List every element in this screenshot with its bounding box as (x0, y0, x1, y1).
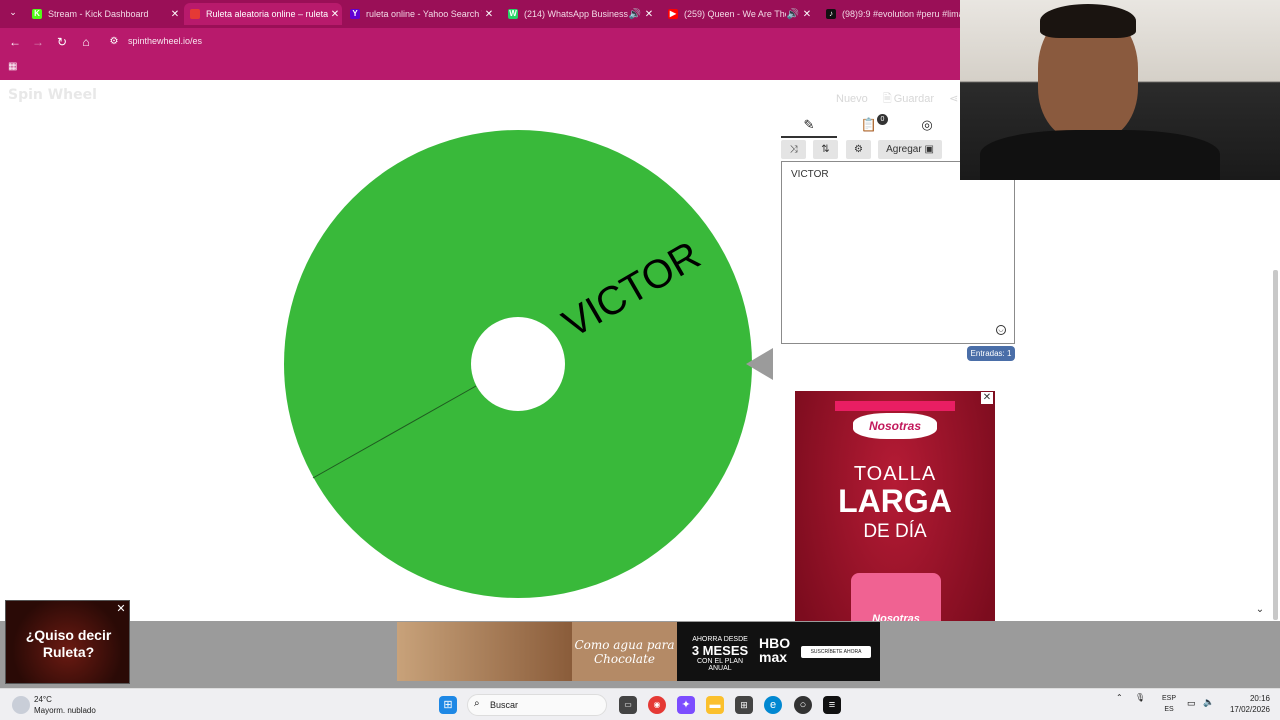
ad-offer: AHORRA DESDE 3 MESES CON EL PLAN ANUAL (691, 636, 749, 672)
speaker-icon[interactable]: 🔊 (628, 9, 642, 20)
results-badge: 0 (877, 114, 888, 125)
tab-kick[interactable]: K Stream - Kick Dashboard ✕ (26, 3, 182, 25)
new-button[interactable]: Nuevo (836, 93, 868, 105)
editor-tabs: ✎ 📋 0 ◎ (781, 112, 959, 138)
cloud-icon (12, 696, 30, 714)
windows-start-icon[interactable]: ⊞ (439, 696, 457, 714)
weather-widget[interactable]: 24°C Mayorm. nublado (12, 694, 132, 718)
copilot-icon[interactable]: ✦ (677, 696, 695, 714)
settings-button[interactable]: ⚙ (846, 140, 871, 159)
ruleta-popup[interactable]: ¿Quiso decir Ruleta? ✕ (5, 600, 130, 684)
network-icon[interactable]: ▭ (1187, 698, 1196, 709)
webcam-overlay (960, 0, 1280, 180)
taskbar-search[interactable]: ⌕ Buscar (467, 694, 607, 716)
tab-yahoo[interactable]: Y ruleta online - Yahoo Search Tu ✕ (344, 3, 496, 25)
eye-slash-icon: ◎ (921, 117, 933, 132)
back-icon[interactable]: ← (7, 34, 23, 50)
ad-brand: Nosotras (853, 413, 937, 439)
search-icon: ⌕ (474, 698, 480, 709)
tiktok-icon: ♪ (826, 9, 836, 19)
spin-wheel[interactable]: VICTOR (283, 129, 753, 599)
language-indicator[interactable]: ESP ES (1160, 693, 1178, 715)
speaker-icon[interactable]: 🔊 (786, 9, 800, 20)
bookmarks-bar: ▦ (0, 56, 960, 80)
volume-icon[interactable]: 🔈 (1203, 697, 1214, 708)
shuffle-icon: ⤨ (789, 144, 798, 155)
popup-question: ¿Quiso decir Ruleta? (25, 627, 112, 660)
ad-line-2: LARGA (838, 483, 952, 519)
close-icon[interactable]: ✕ (981, 392, 993, 404)
file-explorer-icon[interactable]: ▬ (706, 696, 724, 714)
add-button[interactable]: Agregar ▣ (878, 140, 942, 159)
site-logo[interactable]: Spin Wheel (8, 87, 97, 103)
apps-grid-icon[interactable]: ▦ (8, 61, 20, 73)
ad-photo (397, 622, 572, 681)
tab-tiktok[interactable]: ♪ (98)9:9 #evolution #peru #lima (820, 3, 960, 25)
emoji-icon[interactable]: ◡ (996, 325, 1006, 335)
streamer-shirt (980, 130, 1220, 180)
save-button[interactable]: 🗎 Guardar (883, 93, 934, 105)
hbo-max-logo: HBO max (759, 635, 791, 665)
kick-icon: K (32, 9, 42, 19)
site-info-icon[interactable]: ⚙ (106, 34, 122, 50)
gear-icon: ⚙ (854, 144, 863, 155)
forward-icon[interactable]: → (30, 34, 46, 50)
tab-search-chevron-icon[interactable]: ⌄ (6, 7, 20, 21)
close-tab-icon[interactable]: ✕ (642, 9, 656, 20)
streamer-hair (1040, 4, 1136, 38)
task-view-icon[interactable]: ▭ (619, 696, 637, 714)
bottom-ad[interactable]: Como agua para Chocolate AHORRA DESDE 3 … (397, 622, 880, 681)
chevron-up-icon[interactable]: ⌃ (1116, 693, 1123, 702)
tab-results[interactable]: 📋 0 (841, 112, 897, 138)
whatsapp-icon: W (508, 9, 518, 19)
sort-button[interactable]: ⇅ (813, 140, 838, 159)
chrome-icon[interactable]: ◉ (648, 696, 666, 714)
tab-hide[interactable]: ◎ (899, 112, 955, 138)
image-icon: ▣ (924, 144, 934, 155)
wheel-center[interactable] (471, 317, 565, 411)
pencil-icon: ✎ (803, 117, 815, 132)
entries-textarea[interactable]: VICTOR ◡ (781, 161, 1015, 344)
tab-ruleta[interactable]: Ruleta aleatoria online – ruleta ✕ (184, 3, 342, 25)
close-tab-icon[interactable]: ✕ (482, 9, 496, 20)
subscribe-button[interactable]: SUSCRÍBETE AHORA (801, 646, 871, 658)
microphone-icon[interactable]: 🎙 (1135, 693, 1145, 702)
taskbar: 24°C Mayorm. nublado ⊞ ⌕ Buscar ▭ ◉ ✦ ▬ … (0, 688, 1280, 720)
shuffle-button[interactable]: ⤨ (781, 140, 806, 159)
tab-youtube[interactable]: ▶ (259) Queen - We Are The C 🔊 ✕ (662, 3, 814, 25)
save-icon: 🗎 (882, 93, 892, 105)
chevron-down-icon[interactable]: ⌄ (1254, 604, 1266, 616)
top-actions: Nuevo 🗎Guardar ⋖C (836, 90, 979, 109)
close-tab-icon[interactable]: ✕ (328, 9, 342, 20)
clock[interactable]: 20:16 17/02/2026 (1226, 693, 1270, 715)
share-icon: ⋖ (949, 93, 959, 105)
yahoo-icon: Y (350, 9, 360, 19)
entries-count-badge: Entradas: 1 (967, 346, 1015, 361)
address-bar[interactable]: spinthewheel.io/es (128, 36, 202, 46)
ad-line-3: DE DÍA (863, 521, 927, 542)
home-icon[interactable]: ⌂ (78, 34, 94, 50)
ad-title: Como agua para Chocolate (572, 622, 677, 681)
store-icon[interactable]: ⊞ (735, 696, 753, 714)
capcut-icon[interactable]: ≡ (823, 696, 841, 714)
clipboard-icon: 📋 (860, 117, 878, 132)
tab-edit[interactable]: ✎ (781, 112, 837, 138)
close-tab-icon[interactable]: ✕ (800, 9, 814, 20)
youtube-icon: ▶ (668, 9, 678, 19)
scrollbar[interactable] (1273, 270, 1278, 620)
edge-icon[interactable]: e (764, 696, 782, 714)
sort-icon: ⇅ (821, 144, 830, 155)
close-tab-icon[interactable]: ✕ (168, 9, 182, 20)
reload-icon[interactable]: ↻ (54, 34, 70, 50)
spinwheel-icon (190, 9, 200, 19)
tab-whatsapp[interactable]: W (214) WhatsApp Business 🔊 ✕ (502, 3, 656, 25)
wheel-pointer (746, 348, 773, 380)
tab-strip: ⌄ K Stream - Kick Dashboard ✕ Ruleta ale… (0, 0, 960, 28)
system-tray: ⌃ 🎙 (1116, 693, 1145, 717)
close-icon[interactable]: ✕ (115, 603, 127, 615)
obs-icon[interactable]: ○ (794, 696, 812, 714)
entry-line: VICTOR (791, 169, 829, 180)
